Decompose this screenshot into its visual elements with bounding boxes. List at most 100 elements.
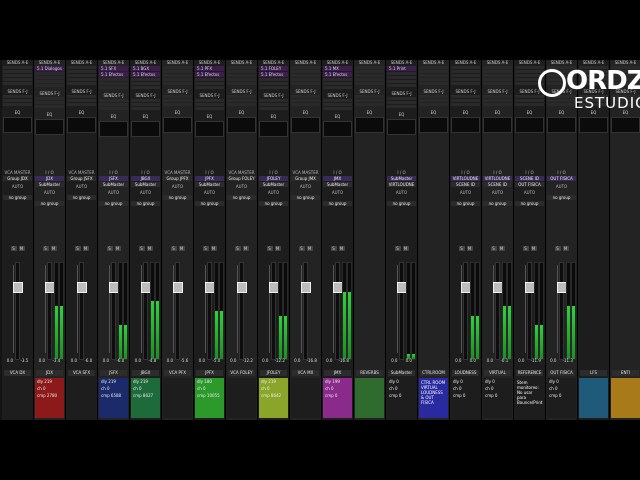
send-slot-empty[interactable] <box>355 82 384 85</box>
automation-mode[interactable]: AUTO <box>195 190 224 195</box>
automation-mode[interactable]: AUTO <box>291 184 320 189</box>
solo-button[interactable]: S <box>138 246 145 251</box>
solo-button[interactable]: S <box>490 246 497 251</box>
eq-inserts[interactable] <box>611 117 640 133</box>
mute-button[interactable]: M <box>114 246 121 251</box>
automation-mode[interactable]: AUTO <box>483 190 512 195</box>
send-slot-empty[interactable] <box>323 103 352 106</box>
send-slot-empty[interactable] <box>99 99 128 102</box>
eq-inserts[interactable] <box>451 117 480 133</box>
pan-value[interactable]: 0.0 <box>230 358 236 363</box>
output-selector[interactable]: SubMaster <box>99 182 128 187</box>
fader-handle[interactable] <box>173 282 183 293</box>
send-slot-empty[interactable] <box>451 70 480 73</box>
send-slot-empty[interactable] <box>3 74 32 77</box>
channel-name[interactable]: REVERBS <box>356 370 383 376</box>
eq-inserts[interactable] <box>419 117 448 133</box>
channel-strip[interactable]: SENDS A-E SENDS F-J EQ ENTI <box>610 60 640 420</box>
group-selector[interactable]: no group <box>195 201 224 206</box>
channel-name[interactable]: JMX <box>324 370 351 376</box>
send-slot-empty[interactable] <box>131 82 160 85</box>
send-slot[interactable]: 5.1 Efectos <box>259 72 288 77</box>
send-slot-empty[interactable] <box>291 82 320 85</box>
channel-strip[interactable]: SENDS A-E SENDS F-J EQ CTRLROOM CTRL ROOM… <box>418 60 450 420</box>
send-slot[interactable]: 5.1 Print <box>387 66 416 71</box>
automation-mode[interactable]: AUTO <box>387 190 416 195</box>
channel-name[interactable]: CTRLROOM <box>420 370 447 376</box>
automation-mode[interactable]: AUTO <box>515 190 544 195</box>
fader-track[interactable] <box>303 262 308 360</box>
send-slot-empty[interactable] <box>163 78 192 81</box>
channel-strip[interactable]: SENDS A-E SENDS F-J EQ REVERBS <box>354 60 386 420</box>
fader-track[interactable] <box>271 262 276 360</box>
volume-value[interactable]: -5.6 <box>180 358 188 363</box>
automation-mode[interactable]: AUTO <box>131 190 160 195</box>
send-slot[interactable]: 5.1 SFX <box>99 66 128 71</box>
send-slot-empty[interactable] <box>163 82 192 85</box>
channel-strip[interactable]: SENDS A-E SENDS F-J EQ I / O VIRTLOUDNE … <box>482 60 514 420</box>
send-slot-empty[interactable] <box>419 74 448 77</box>
automation-mode[interactable]: AUTO <box>451 190 480 195</box>
eq-inserts[interactable] <box>387 119 416 135</box>
input-selector[interactable]: JDX <box>35 176 64 181</box>
volume-value[interactable]: 0.0 <box>470 358 476 363</box>
send-slot-empty[interactable] <box>3 99 32 102</box>
solo-button[interactable]: S <box>10 246 17 251</box>
fader-track[interactable] <box>15 262 20 360</box>
group-selector[interactable]: no group <box>515 201 544 206</box>
solo-button[interactable]: S <box>42 246 49 251</box>
channel-name[interactable]: ENTI <box>612 370 639 376</box>
send-slot-empty[interactable] <box>259 107 288 110</box>
solo-button[interactable]: S <box>170 246 177 251</box>
send-slot-empty[interactable] <box>387 72 416 75</box>
solo-button[interactable]: S <box>522 246 529 251</box>
group-selector[interactable]: no group <box>163 195 192 200</box>
send-slot-empty[interactable] <box>259 78 288 81</box>
group-selector[interactable]: no group <box>227 195 256 200</box>
send-slot-empty[interactable] <box>291 66 320 69</box>
eq-inserts[interactable] <box>483 117 512 133</box>
volume-value[interactable]: -0.1 <box>500 358 508 363</box>
send-slot-empty[interactable] <box>99 82 128 85</box>
channel-strip[interactable]: SENDS A-E SENDS F-J EQ VCA MASTER Group … <box>66 60 98 420</box>
group-selector[interactable]: no group <box>323 201 352 206</box>
pan-value[interactable]: 0.0 <box>262 358 268 363</box>
mute-button[interactable]: M <box>562 246 569 251</box>
input-selector[interactable]: JFOLEY <box>259 176 288 181</box>
send-slot-empty[interactable] <box>355 66 384 69</box>
send-slot-empty[interactable] <box>99 86 128 89</box>
channel-strip[interactable]: SENDS A-E SENDS F-J EQ I / O VIRTLOUDNE … <box>450 60 482 420</box>
send-slot-empty[interactable] <box>419 82 448 85</box>
volume-value[interactable]: -16.8 <box>339 358 349 363</box>
automation-mode[interactable]: AUTO <box>67 184 96 189</box>
send-slot-empty[interactable] <box>419 78 448 81</box>
solo-button[interactable]: S <box>330 246 337 251</box>
send-slot-empty[interactable] <box>131 86 160 89</box>
volume-value[interactable]: -12.2 <box>275 358 285 363</box>
output-selector[interactable]: Group JMX <box>291 176 320 181</box>
group-selector[interactable]: no group <box>259 201 288 206</box>
send-slot-empty[interactable] <box>3 82 32 85</box>
send-slot-empty[interactable] <box>3 103 32 106</box>
send-slot[interactable]: 5.1 Efectos <box>99 72 128 77</box>
send-slot-empty[interactable] <box>419 66 448 69</box>
channel-name[interactable]: VCA FOLEY <box>228 370 255 376</box>
pan-value[interactable]: 0.0 <box>71 358 77 363</box>
volume-value[interactable]: -4.8 <box>148 358 156 363</box>
group-selector[interactable]: no group <box>67 195 96 200</box>
send-slot-empty[interactable] <box>195 103 224 106</box>
send-slot-empty[interactable] <box>99 103 128 106</box>
mute-button[interactable]: M <box>498 246 505 251</box>
solo-button[interactable]: S <box>202 246 209 251</box>
input-selector[interactable]: VIRTLOUDNE <box>451 176 480 181</box>
output-selector[interactable]: SCENE ID <box>451 182 480 187</box>
send-slot-empty[interactable] <box>195 99 224 102</box>
mute-button[interactable]: M <box>402 246 409 251</box>
channel-strip[interactable]: SENDS A-E SENDS F-J EQ LFS <box>578 60 610 420</box>
group-selector[interactable]: no group <box>387 201 416 206</box>
fader-track[interactable] <box>495 262 500 360</box>
channel-name[interactable]: JPFX <box>196 370 223 376</box>
eq-inserts[interactable] <box>67 117 96 133</box>
send-slot[interactable]: 5.1 Efectos <box>195 72 224 77</box>
send-slot-empty[interactable] <box>291 99 320 102</box>
